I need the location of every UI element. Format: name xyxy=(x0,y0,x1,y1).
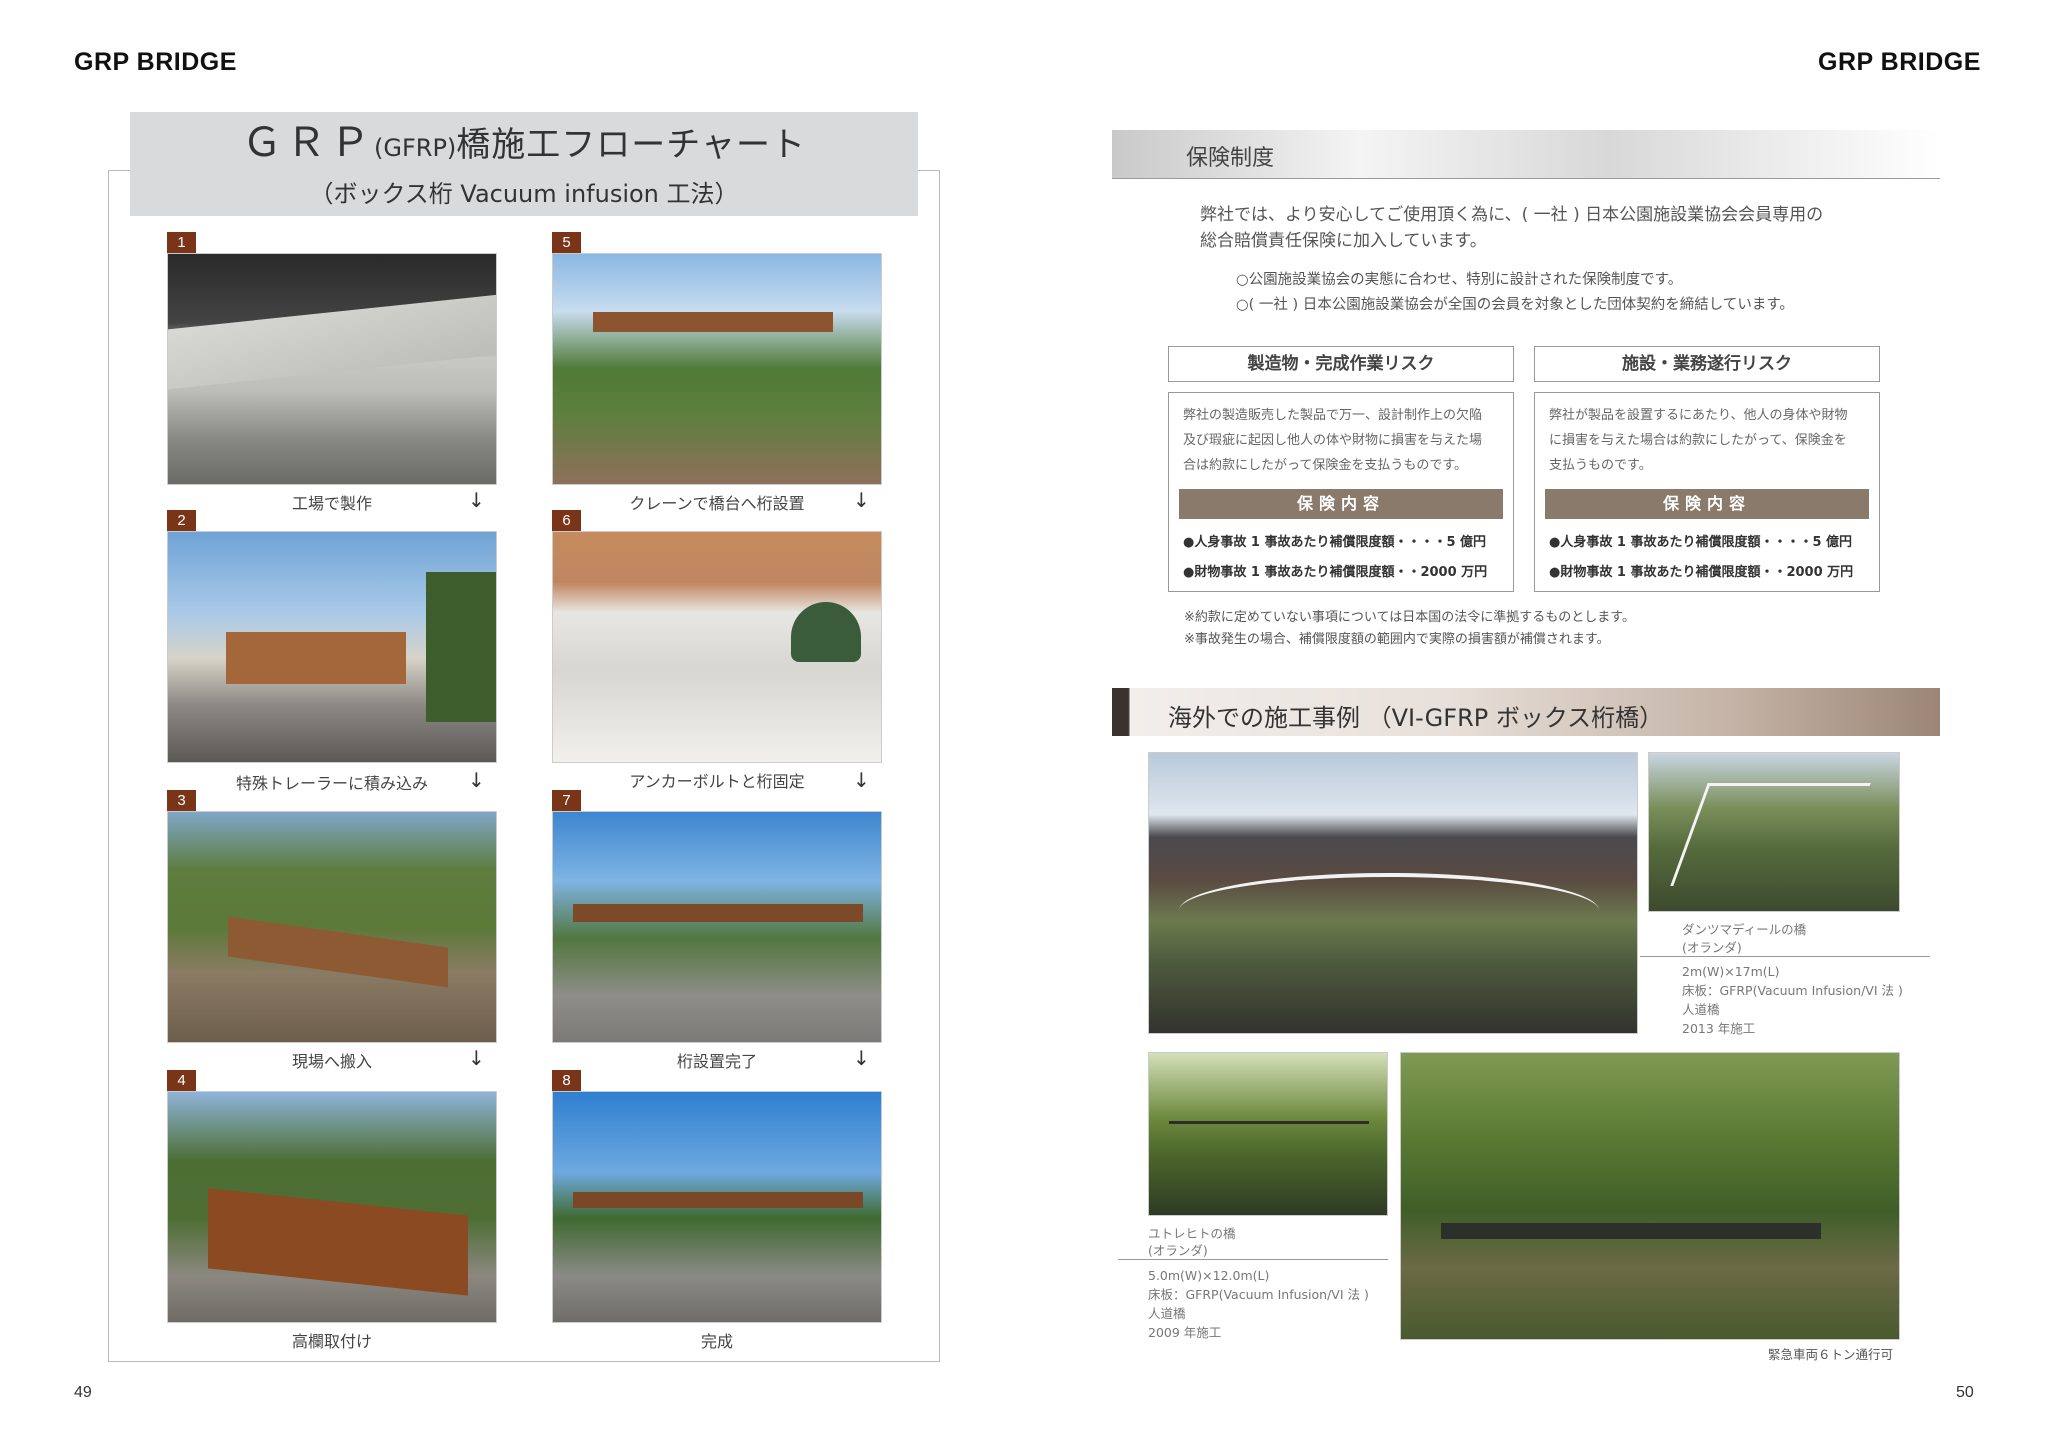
risk-content-box-1: 弊社の製造販売した製品で万一、設計制作上の欠陥 及び瑕疵に起因し他人の体や財物に… xyxy=(1168,392,1514,592)
case1-size: 2m(W)×17m(L) xyxy=(1682,964,1780,979)
caption-step-4: 高欄取付け xyxy=(291,1332,372,1351)
risk-1-text2: 及び瑕疵に起因し他人の体や財物に損害を与えた場 xyxy=(1183,433,1483,448)
step-badge-5: 5 xyxy=(552,232,581,253)
step-badge-4: 4 xyxy=(167,1070,196,1091)
flow-arrow-6: ↓ xyxy=(853,768,870,792)
case2-size: 5.0m(W)×12.0m(L) xyxy=(1148,1268,1270,1283)
step-badge-2: 2 xyxy=(167,510,196,531)
insurance-point2: ○( 一社 ) 日本公園施設業協会が全国の会員を対象とした団体契約を締結していま… xyxy=(1236,297,1794,313)
step-badge-6: 6 xyxy=(552,510,581,531)
risk-title-box-1: 製造物・完成作業リスク xyxy=(1168,346,1514,382)
title-main: ＧＲＰ xyxy=(242,120,375,166)
flow-arrow-5: ↓ xyxy=(853,488,870,512)
step-badge-7: 7 xyxy=(552,790,581,811)
step-badge-1: 1 xyxy=(167,232,196,253)
photo-girder-complete xyxy=(552,811,882,1043)
insurance-point1: ○公園施設業協会の実態に合わせ、特別に設計された保険制度です。 xyxy=(1236,272,1683,288)
risk-1-bullet2: ●財物事故 1 事故あたり補償限度額・・2000 万円 xyxy=(1183,565,1488,580)
caption-step-5: クレーンで橋台へ桁設置 xyxy=(629,494,805,513)
insurance-heading: 保険制度 xyxy=(1186,146,1275,171)
case2-deck: 床板：GFRP(Vacuum Infusion/VI 法 ) xyxy=(1148,1287,1369,1302)
overseas-heading: 海外での施工事例 （VI-GFRP ボックス桁橋） xyxy=(1168,704,1664,732)
header-left: GRP BRIDGE xyxy=(74,48,237,76)
case1-type: 人道橋 xyxy=(1682,1002,1720,1017)
page-number-right: 50 xyxy=(1956,1384,1974,1401)
risk-1-text3: 合は約款にしたがって保険金を支払うものです。 xyxy=(1183,458,1468,473)
risk-1-text1: 弊社の製造販売した製品で万一、設計制作上の欠陥 xyxy=(1183,408,1483,423)
caption-step-2: 特殊トレーラーに積み込み xyxy=(235,774,428,793)
photo-dantumadeel-bridge-main xyxy=(1148,752,1638,1034)
photo-utrecht-bridge-main xyxy=(1400,1052,1900,1340)
risk-1-bullet1: ●人身事故 1 事故あたり補償限度額・・・・5 億円 xyxy=(1183,535,1487,550)
flow-arrow-2: ↓ xyxy=(468,768,485,792)
photo-delivery xyxy=(167,811,497,1043)
case1-country: (オランダ) xyxy=(1682,940,1742,955)
photo-crane-install xyxy=(552,253,882,485)
risk-1-content-bar: 保険内容 xyxy=(1179,489,1503,519)
case2-year: 2009 年施工 xyxy=(1148,1325,1222,1340)
insurance-note1: ※約款に定めていない事項については日本国の法令に準拠するものとします。 xyxy=(1184,610,1635,625)
case1-name: ダンツマディールの橋 xyxy=(1682,922,1807,937)
step-badge-8: 8 xyxy=(552,1070,581,1091)
photo-utrecht-bridge-small xyxy=(1148,1052,1388,1216)
risk-2-content-bar: 保険内容 xyxy=(1545,489,1869,519)
flowchart-title: ＧＲＰ(GFRP)橋施工フローチャート xyxy=(130,112,918,174)
risk-2-text1: 弊社が製品を設置するにあたり、他人の身体や財物 xyxy=(1549,408,1848,423)
photo-anchor-bolt xyxy=(552,531,882,763)
title-rest: 橋施工フローチャート xyxy=(456,125,806,165)
caption-step-3: 現場へ搬入 xyxy=(291,1052,372,1071)
photo-railing xyxy=(167,1091,497,1323)
caption-step-7: 桁設置完了 xyxy=(676,1052,757,1071)
risk-2-text2: に損害を与えた場合は約款にしたがって、保険金を xyxy=(1549,433,1847,448)
flowchart-subtitle: （ボックス桁 Vacuum infusion 工法） xyxy=(309,180,739,208)
flow-arrow-3: ↓ xyxy=(468,1046,485,1070)
overseas-note: 緊急車両６トン通行可 xyxy=(1768,1347,1894,1362)
risk-2-bullet2: ●財物事故 1 事故あたり補償限度額・・2000 万円 xyxy=(1549,565,1854,580)
title-paren: (GFRP) xyxy=(374,134,457,162)
page-number-left: 49 xyxy=(74,1384,92,1401)
risk-2-bullet1: ●人身事故 1 事故あたり補償限度額・・・・5 億円 xyxy=(1549,535,1853,550)
case2-country: (オランダ) xyxy=(1148,1243,1208,1258)
insurance-intro-line2: 総合賠償責任保険に加入しています。 xyxy=(1200,231,1487,251)
case1-deck: 床板：GFRP(Vacuum Infusion/VI 法 ) xyxy=(1682,983,1903,998)
risk-title-2: 施設・業務遂行リスク xyxy=(1622,354,1792,374)
caption-step-1: 工場で製作 xyxy=(291,494,372,513)
risk-title-box-2: 施設・業務遂行リスク xyxy=(1534,346,1880,382)
step-badge-3: 3 xyxy=(167,790,196,811)
flow-arrow-1: ↓ xyxy=(468,488,485,512)
caption-step-8: 完成 xyxy=(700,1332,733,1351)
insurance-intro-line1: 弊社では、より安心してご使用頂く為に、( 一社 ) 日本公園施設業協会会員専用の xyxy=(1200,205,1824,225)
photo-factory xyxy=(167,253,497,485)
insurance-note2: ※事故発生の場合、補償限度額の範囲内で実際の損害額が補償されます。 xyxy=(1184,632,1610,647)
photo-dantumadeel-bridge-small xyxy=(1648,752,1900,912)
case1-year: 2013 年施工 xyxy=(1682,1021,1756,1036)
risk-2-text3: 支払うものです。 xyxy=(1549,458,1652,473)
photo-trailer xyxy=(167,531,497,763)
risk-title-1: 製造物・完成作業リスク xyxy=(1247,354,1435,374)
photo-completed xyxy=(552,1091,882,1323)
caption-step-6: アンカーボルトと桁固定 xyxy=(629,772,805,791)
case2-type: 人道橋 xyxy=(1148,1306,1186,1321)
header-right: GRP BRIDGE xyxy=(1818,48,1981,76)
flow-arrow-7: ↓ xyxy=(853,1046,870,1070)
risk-content-box-2: 弊社が製品を設置するにあたり、他人の身体や財物 に損害を与えた場合は約款にしたが… xyxy=(1534,392,1880,592)
